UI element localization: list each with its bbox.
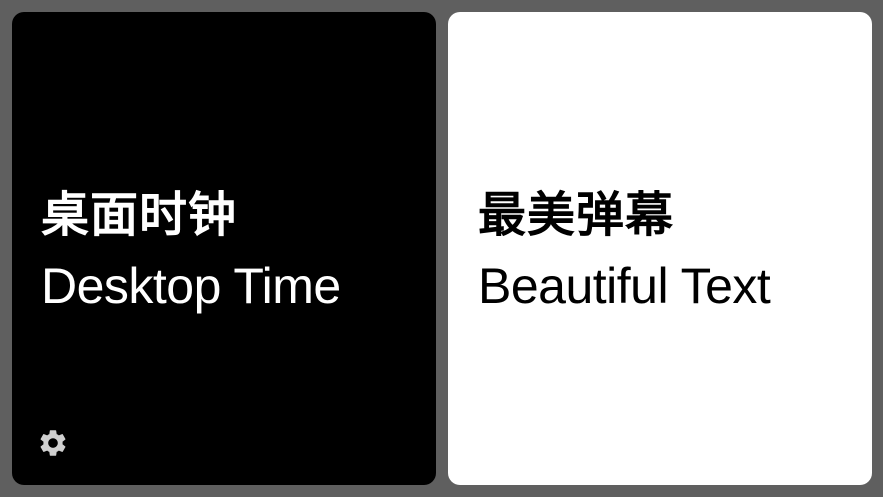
desktop-time-text: 桌面时钟 Desktop Time [41,186,341,316]
beautiful-text-title-en: Beautiful Text [478,258,771,314]
beautiful-text-card[interactable]: 最美弹幕 Beautiful Text [448,12,872,485]
settings-button[interactable] [35,425,71,461]
beautiful-text-title-cn: 最美弹幕 [478,187,675,243]
desktop-time-title-en: Desktop Time [41,258,341,314]
beautiful-text-text: 最美弹幕 Beautiful Text [478,186,771,316]
gear-icon [40,430,66,456]
desktop-time-card[interactable]: 桌面时钟 Desktop Time [12,12,436,485]
desktop-time-title-cn: 桌面时钟 [41,187,238,243]
